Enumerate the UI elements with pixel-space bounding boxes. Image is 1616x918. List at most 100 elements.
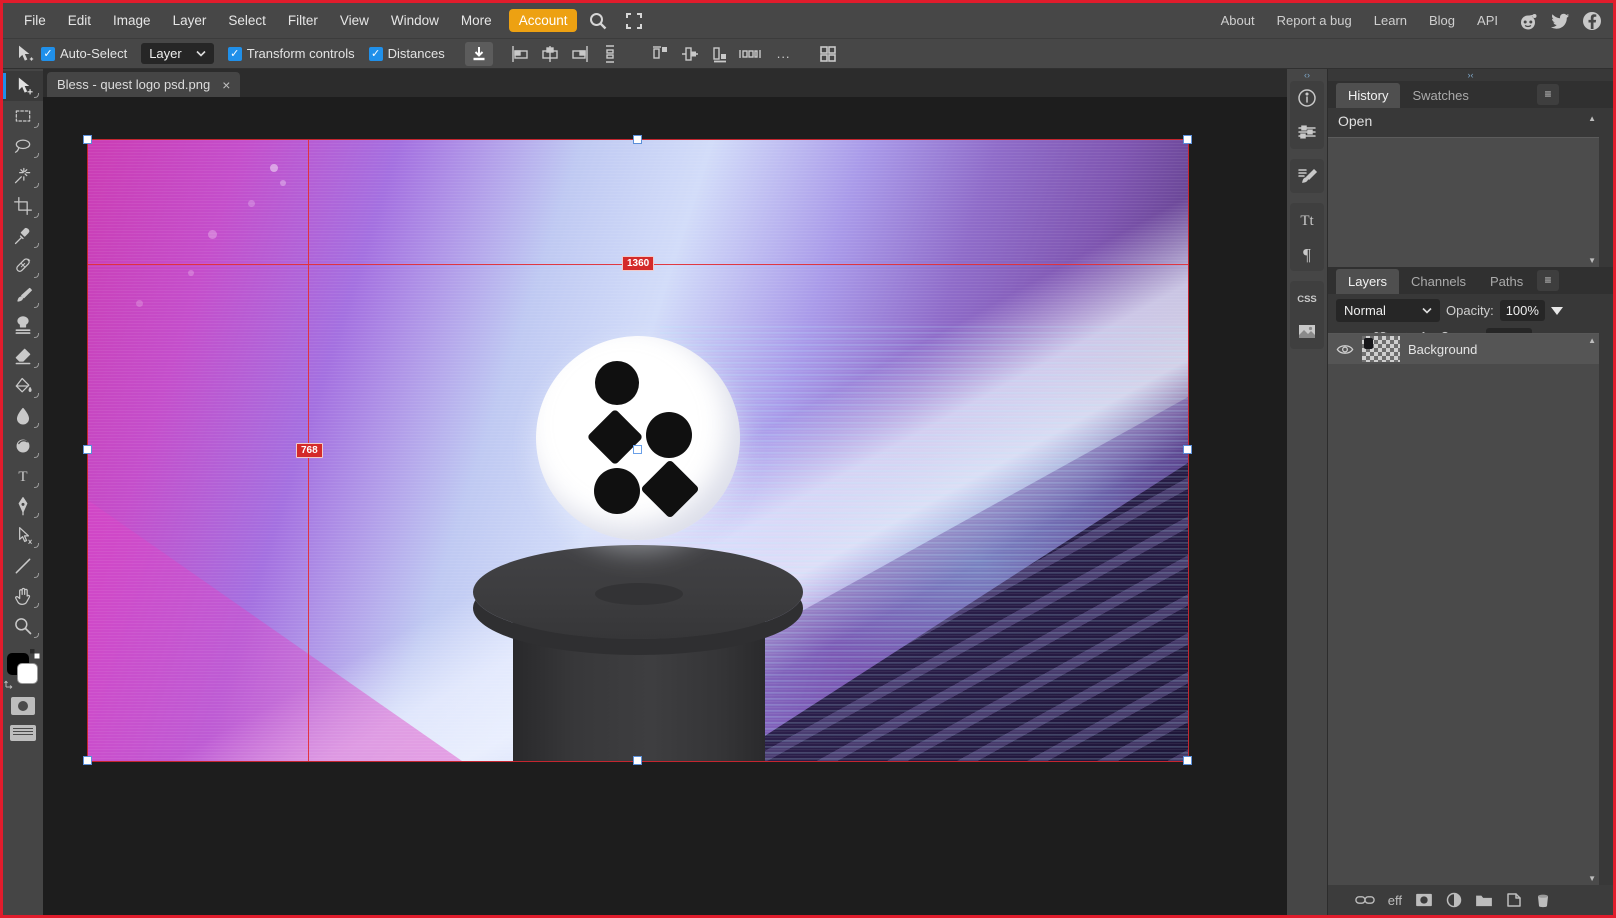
- transform-handle-bottom-center[interactable]: [633, 756, 642, 765]
- transform-handle-middle-right[interactable]: [1183, 445, 1192, 454]
- menu-image[interactable]: Image: [102, 3, 162, 39]
- tab-history[interactable]: History: [1336, 83, 1400, 108]
- panel-collapse-icon[interactable]: ›‹: [1328, 69, 1613, 81]
- tool-type[interactable]: T: [3, 461, 43, 491]
- distances-option[interactable]: ✓ Distances: [369, 46, 459, 61]
- tool-paint-bucket[interactable]: [3, 371, 43, 401]
- keyboard-icon[interactable]: [10, 725, 36, 741]
- tab-channels[interactable]: Channels: [1399, 269, 1478, 294]
- menu-layer[interactable]: Layer: [162, 3, 218, 39]
- history-list[interactable]: ▲ ▼: [1328, 137, 1599, 267]
- tool-hand[interactable]: [3, 581, 43, 611]
- link-about[interactable]: About: [1212, 13, 1264, 28]
- grid-icon[interactable]: [815, 42, 841, 66]
- menu-filter[interactable]: Filter: [277, 3, 329, 39]
- tool-path-select[interactable]: [3, 521, 43, 551]
- auto-select-checkbox[interactable]: ✓: [41, 47, 55, 61]
- background-color-swatch[interactable]: [17, 663, 38, 684]
- link-report-a-bug[interactable]: Report a bug: [1268, 13, 1361, 28]
- tool-eyedropper[interactable]: [3, 221, 43, 251]
- paragraph-icon[interactable]: ¶: [1290, 237, 1324, 271]
- transform-handle-top-right[interactable]: [1183, 135, 1192, 144]
- visibility-eye-icon[interactable]: [1336, 343, 1354, 356]
- tab-layers[interactable]: Layers: [1336, 269, 1399, 294]
- menu-select[interactable]: Select: [217, 3, 277, 39]
- tool-rect-select[interactable]: [3, 101, 43, 131]
- transform-handle-top-center[interactable]: [633, 135, 642, 144]
- facebook-icon[interactable]: [1581, 10, 1603, 32]
- menu-file[interactable]: File: [13, 3, 57, 39]
- delete-icon[interactable]: [1535, 892, 1551, 908]
- mask-icon[interactable]: [1415, 893, 1433, 907]
- link-learn[interactable]: Learn: [1365, 13, 1416, 28]
- search-icon[interactable]: [583, 6, 613, 36]
- menu-edit[interactable]: Edit: [57, 3, 102, 39]
- panel-menu-icon[interactable]: ≡: [1537, 270, 1559, 291]
- tool-zoom[interactable]: [3, 611, 43, 641]
- tool-magic-wand[interactable]: [3, 161, 43, 191]
- more-options[interactable]: ...: [777, 46, 791, 61]
- distances-checkbox[interactable]: ✓: [369, 47, 383, 61]
- folder-icon[interactable]: [1475, 893, 1493, 907]
- layers-list[interactable]: Background ▲ ▼: [1328, 333, 1599, 885]
- tab-paths[interactable]: Paths: [1478, 269, 1535, 294]
- transform-handle-bottom-left[interactable]: [83, 756, 92, 765]
- new-layer-icon[interactable]: [1506, 892, 1522, 908]
- tool-blur[interactable]: [3, 401, 43, 431]
- scroll-down-icon[interactable]: ▼: [1588, 256, 1596, 265]
- align-bottom-icon[interactable]: [707, 42, 733, 66]
- auto-select-option[interactable]: ✓ Auto-Select: [41, 46, 141, 61]
- opacity-value[interactable]: 100%: [1500, 300, 1545, 321]
- link-icon[interactable]: [1355, 894, 1375, 906]
- align-right-icon[interactable]: [567, 42, 593, 66]
- adjustment-icon[interactable]: [1446, 892, 1462, 908]
- info-icon[interactable]: [1290, 81, 1324, 115]
- tool-clone-stamp[interactable]: [3, 311, 43, 341]
- menu-window[interactable]: Window: [380, 3, 450, 39]
- reddit-icon[interactable]: [1517, 10, 1539, 32]
- blend-mode-dropdown[interactable]: Normal: [1336, 299, 1440, 322]
- document-tab[interactable]: Bless - quest logo psd.png ×: [47, 72, 240, 97]
- scroll-up-icon[interactable]: ▲: [1588, 336, 1596, 345]
- auto-select-target-dropdown[interactable]: Layer: [141, 43, 214, 64]
- transform-handle-middle-left[interactable]: [83, 445, 92, 454]
- swap-colors-icon[interactable]: [30, 649, 40, 659]
- tool-eraser[interactable]: [3, 341, 43, 371]
- tool-dodge[interactable]: [3, 431, 43, 461]
- brush-settings-icon[interactable]: [1290, 159, 1324, 193]
- transform-controls-checkbox[interactable]: ✓: [228, 47, 242, 61]
- align-center-h-icon[interactable]: [537, 42, 563, 66]
- scroll-down-icon[interactable]: ▼: [1588, 874, 1596, 883]
- account-button[interactable]: Account: [509, 9, 578, 32]
- align-top-icon[interactable]: [647, 42, 673, 66]
- download-icon[interactable]: [465, 42, 493, 66]
- effects-icon[interactable]: eff: [1388, 893, 1402, 908]
- color-swatches[interactable]: [6, 649, 40, 687]
- fullscreen-icon[interactable]: [619, 6, 649, 36]
- distribute-h-icon[interactable]: [737, 42, 763, 66]
- transform-handle-bottom-right[interactable]: [1183, 756, 1192, 765]
- close-icon[interactable]: ×: [222, 77, 230, 93]
- align-middle-icon[interactable]: [677, 42, 703, 66]
- menu-more[interactable]: More: [450, 3, 503, 39]
- character-icon[interactable]: Tt: [1290, 203, 1324, 237]
- link-api[interactable]: API: [1468, 13, 1507, 28]
- tool-brush[interactable]: [3, 281, 43, 311]
- twitter-icon[interactable]: [1549, 10, 1571, 32]
- css-icon[interactable]: CSS: [1290, 281, 1324, 315]
- opacity-slider-icon[interactable]: [1551, 307, 1563, 315]
- link-blog[interactable]: Blog: [1420, 13, 1464, 28]
- image-icon[interactable]: [1290, 315, 1324, 349]
- tool-heal[interactable]: [3, 251, 43, 281]
- quick-mask-icon[interactable]: [11, 697, 35, 715]
- transform-handle-top-left[interactable]: [83, 135, 92, 144]
- transform-controls-option[interactable]: ✓ Transform controls: [228, 46, 369, 61]
- rail-collapse-icon[interactable]: ‹›: [1304, 69, 1310, 81]
- transform-center-point[interactable]: [633, 445, 642, 454]
- align-left-icon[interactable]: [507, 42, 533, 66]
- properties-icon[interactable]: [1290, 115, 1324, 149]
- history-entry-open[interactable]: Open: [1328, 108, 1613, 134]
- canvas-viewport[interactable]: 1360 768: [43, 97, 1287, 915]
- menu-view[interactable]: View: [329, 3, 380, 39]
- panel-menu-icon[interactable]: ≡: [1537, 84, 1559, 105]
